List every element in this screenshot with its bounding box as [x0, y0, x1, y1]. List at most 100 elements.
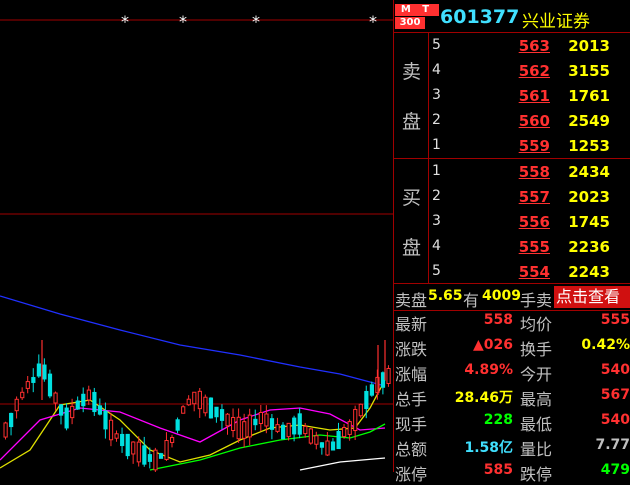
candle-body	[170, 437, 175, 443]
sell-summary-volume: 4009	[482, 288, 521, 304]
quote-now: 现手 228	[395, 411, 515, 434]
candle-body	[97, 405, 103, 415]
quote-ratio: 量比 7.77	[520, 436, 630, 459]
quote-total: 总手 28.46万	[395, 386, 515, 409]
bid-label-top: 买	[402, 187, 422, 209]
ask-volume: 1761	[568, 87, 610, 105]
candle-body	[142, 445, 147, 465]
quote-limit-down-value: 479	[600, 462, 630, 478]
quote-low: 最低 540	[520, 411, 630, 434]
bid-price: 554	[518, 263, 550, 281]
candle-body	[164, 440, 169, 460]
candle-body	[297, 413, 302, 435]
ask-row[interactable]: 1 559 1253	[430, 133, 630, 158]
candle-body	[70, 405, 75, 419]
candle-body	[186, 398, 191, 406]
quote-total-value: 28.46万	[454, 390, 513, 406]
candle-body	[380, 372, 386, 388]
bid-row[interactable]: 5 554 2243	[430, 259, 630, 284]
bid-level: 3	[432, 213, 441, 229]
candle-body	[53, 392, 58, 404]
bid-row[interactable]: 3 556 1745	[430, 209, 630, 234]
ask-price: 563	[518, 37, 550, 55]
bid-level: 1	[432, 163, 441, 179]
candle-body	[330, 441, 336, 451]
chart-marker: *	[179, 12, 187, 31]
mtr-badge[interactable]: M T R 300	[395, 4, 439, 30]
ask-price: 562	[518, 62, 550, 80]
candle-body	[203, 396, 208, 414]
candle-body	[247, 414, 252, 438]
candle-body	[342, 426, 347, 438]
candle-body	[114, 433, 119, 439]
bid-price: 555	[518, 238, 550, 256]
quote-avg: 均价 555	[520, 311, 630, 334]
bid-book: 买 盘 1 558 2434 2 557 2023 3 556 1745 4 5…	[394, 159, 630, 284]
candle-body	[3, 422, 8, 438]
sell-summary-price: 5.65	[428, 288, 463, 304]
quote-total-label: 总手	[395, 390, 428, 409]
ask-price: 559	[518, 137, 550, 155]
sell-summary-label: 卖盘	[395, 291, 428, 310]
ma-line	[0, 295, 386, 387]
ask-row[interactable]: 2 560 2549	[430, 108, 630, 133]
ask-level: 5	[432, 37, 441, 53]
candle-body	[131, 441, 136, 455]
bid-level: 2	[432, 188, 441, 204]
bid-level: 5	[432, 263, 441, 279]
candle-body	[219, 409, 225, 421]
sell-summary-bar: 卖盘 5.65 有 4009 手卖 点击查看	[394, 284, 630, 311]
bid-volume: 1745	[568, 213, 610, 231]
sell-summary-unit: 手卖	[520, 291, 553, 310]
quote-change-label: 涨跌	[395, 340, 428, 359]
candle-body	[319, 442, 325, 448]
quote-turnover: 换手 0.42%	[520, 336, 630, 359]
ask-row[interactable]: 4 562 3155	[430, 58, 630, 83]
candle-body	[347, 421, 352, 435]
candle-body	[86, 389, 91, 401]
quote-now-value: 228	[483, 412, 513, 428]
candle-body	[181, 406, 186, 414]
quote-turnover-value: 0.42%	[581, 337, 630, 353]
candle-body	[253, 418, 258, 426]
candle-body	[314, 435, 319, 445]
candle-body	[125, 433, 130, 457]
candle-body	[369, 384, 374, 396]
bid-row[interactable]: 4 555 2236	[430, 234, 630, 259]
quote-limit-down: 跌停 479	[520, 461, 630, 484]
mtr-badge-label: M T R	[395, 4, 439, 27]
click-view-button[interactable]: 点击查看	[554, 286, 630, 308]
candle-body	[308, 428, 313, 444]
bid-price: 557	[518, 188, 550, 206]
quote-open-label: 今开	[520, 365, 553, 384]
ask-row[interactable]: 5 563 2013	[430, 33, 630, 58]
ask-row[interactable]: 3 561 1761	[430, 83, 630, 108]
quote-low-value: 540	[600, 412, 630, 428]
quote-latest: 最新 558	[395, 311, 515, 334]
candle-body	[269, 418, 275, 430]
ask-side-label: 卖 盘	[396, 33, 429, 158]
bid-volume: 2243	[568, 263, 610, 281]
quote-pct: 涨幅 4.89%	[395, 361, 515, 384]
candle-body	[286, 422, 291, 438]
chart-marker: *	[369, 12, 377, 31]
ask-label-top: 卖	[402, 61, 422, 83]
quote-limit-up-label: 涨停	[395, 465, 428, 484]
kline-chart[interactable]: * * * *	[0, 0, 393, 479]
candle-body	[292, 417, 297, 435]
stock-name: 兴业证券	[522, 12, 590, 32]
bid-volume: 2236	[568, 238, 610, 256]
quote-turnover-label: 换手	[520, 340, 553, 359]
quote-high: 最高 567	[520, 386, 630, 409]
candle-body	[14, 398, 19, 412]
bid-price: 558	[518, 163, 550, 181]
quote-avg-label: 均价	[520, 315, 553, 334]
candle-body	[264, 413, 269, 427]
bid-row[interactable]: 1 558 2434	[430, 159, 630, 184]
bid-row[interactable]: 2 557 2023	[430, 184, 630, 209]
candle-body	[242, 421, 247, 439]
candle-body	[303, 425, 308, 435]
quote-low-label: 最低	[520, 415, 553, 434]
quote-amount-value: 1.58亿	[464, 440, 513, 456]
quote-latest-value: 558	[483, 312, 513, 328]
